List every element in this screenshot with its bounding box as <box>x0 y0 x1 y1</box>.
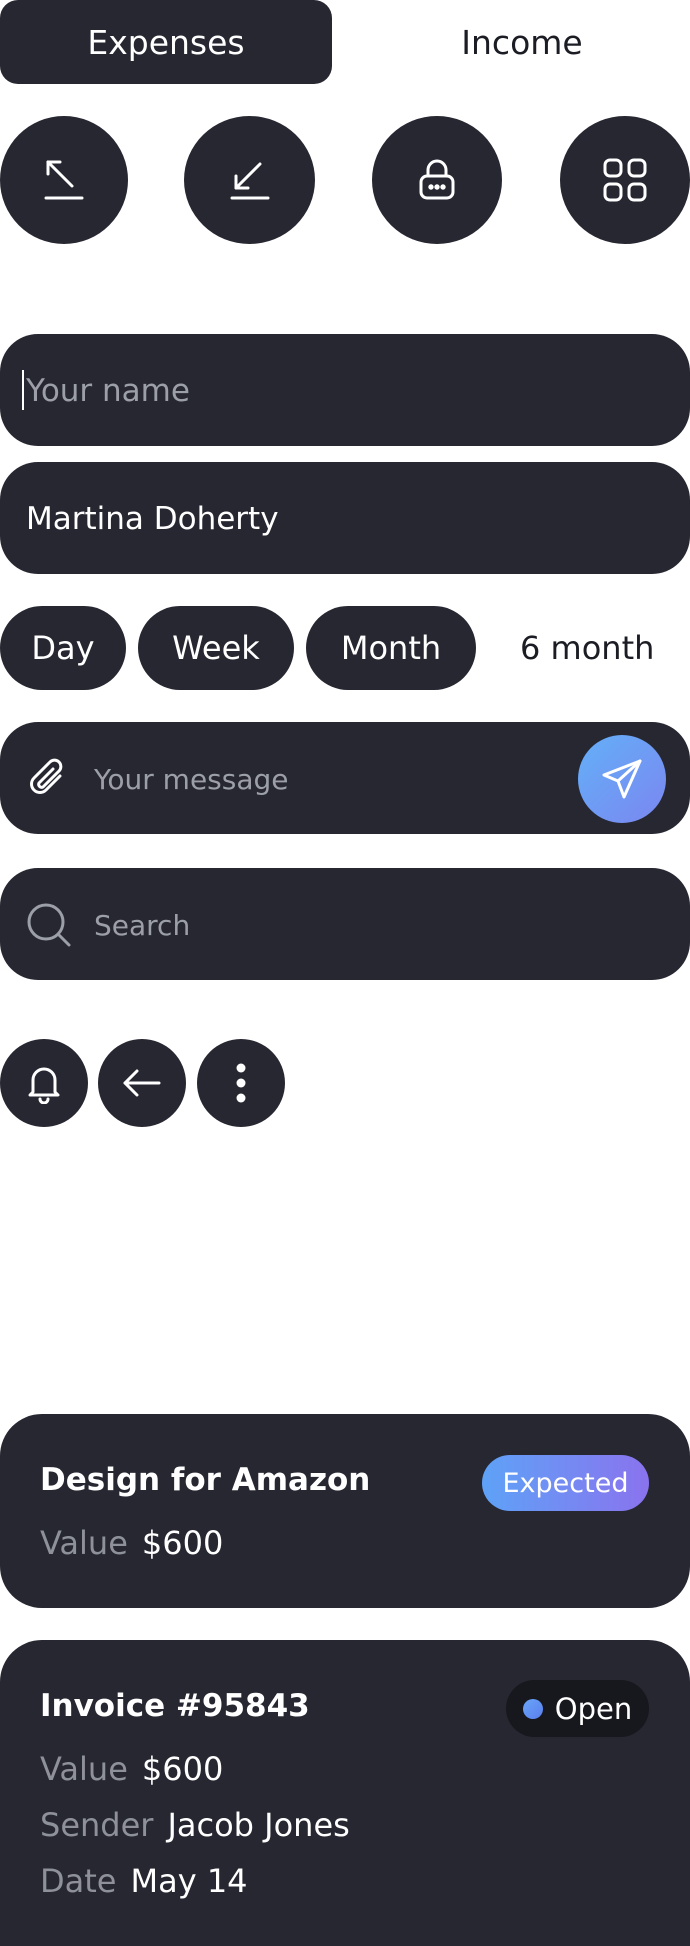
search-icon-wrap <box>26 902 72 952</box>
more-options-button[interactable] <box>197 1039 285 1127</box>
value-label: Value <box>40 1750 128 1788</box>
sender-label: Sender <box>40 1806 154 1844</box>
period-week-label: Week <box>172 629 260 667</box>
bell-icon <box>28 1067 60 1104</box>
tab-expenses[interactable]: Expenses <box>0 0 332 84</box>
lock-button[interactable] <box>372 116 502 244</box>
arrow-up-left-icon <box>44 160 84 200</box>
more-vertical-icon <box>236 1063 246 1103</box>
invoice-value-row: Value $600 <box>40 1750 223 1788</box>
arrow-left-icon <box>123 1069 161 1097</box>
period-day[interactable]: Day <box>0 606 126 690</box>
paperclip-icon <box>30 758 63 794</box>
grid-icon <box>603 158 647 202</box>
status-badge-label: Open <box>554 1691 633 1726</box>
project-title: Design for Amazon <box>40 1462 371 1498</box>
name-input-filled[interactable] <box>24 462 648 576</box>
send-icon <box>602 759 642 799</box>
arrow-down-left-button[interactable] <box>184 116 315 244</box>
sender-name: Jacob Jones <box>167 1806 350 1844</box>
tab-income[interactable]: Income <box>372 0 672 84</box>
back-button[interactable] <box>98 1039 186 1127</box>
invoice-date-row: Date May 14 <box>40 1862 248 1900</box>
value-label: Value <box>40 1524 128 1562</box>
text-caret <box>22 370 24 410</box>
send-button[interactable] <box>578 735 666 823</box>
lock-icon <box>419 159 455 200</box>
tab-income-label: Income <box>461 22 583 62</box>
period-month-label: Month <box>340 629 442 667</box>
period-day-label: Day <box>31 629 95 667</box>
search-icon <box>27 903 71 947</box>
invoice-title: Invoice #95843 <box>40 1688 310 1724</box>
name-field[interactable] <box>0 334 690 448</box>
arrow-up-left-button[interactable] <box>0 116 128 244</box>
period-6-month[interactable]: 6 month <box>520 606 654 690</box>
status-badge-label: Expected <box>502 1467 629 1499</box>
search-field[interactable] <box>0 868 690 982</box>
status-badge-open: Open <box>506 1680 649 1737</box>
project-card[interactable] <box>0 1414 690 1608</box>
name-field-filled[interactable] <box>0 462 690 576</box>
period-month[interactable]: Month <box>306 606 476 690</box>
date-label: Date <box>40 1862 117 1900</box>
status-dot-icon <box>522 1698 543 1719</box>
period-6-month-label: 6 month <box>520 629 655 667</box>
date-value: May 14 <box>130 1862 248 1900</box>
value-amount: $600 <box>141 1750 224 1788</box>
period-week[interactable]: Week <box>138 606 294 690</box>
status-badge-expected: Expected <box>482 1455 649 1511</box>
search-input[interactable] <box>92 868 656 982</box>
project-value-row: Value $600 <box>40 1524 223 1562</box>
name-input[interactable] <box>24 334 648 448</box>
message-field[interactable] <box>0 722 690 836</box>
invoice-sender-row: Sender Jacob Jones <box>40 1806 350 1844</box>
grid-button[interactable] <box>560 116 690 244</box>
attach-button[interactable] <box>26 756 70 804</box>
value-amount: $600 <box>141 1524 224 1562</box>
arrow-down-left-icon <box>230 162 269 200</box>
message-input[interactable] <box>92 722 556 836</box>
tab-expenses-label: Expenses <box>87 22 245 62</box>
notifications-button[interactable] <box>0 1039 88 1127</box>
